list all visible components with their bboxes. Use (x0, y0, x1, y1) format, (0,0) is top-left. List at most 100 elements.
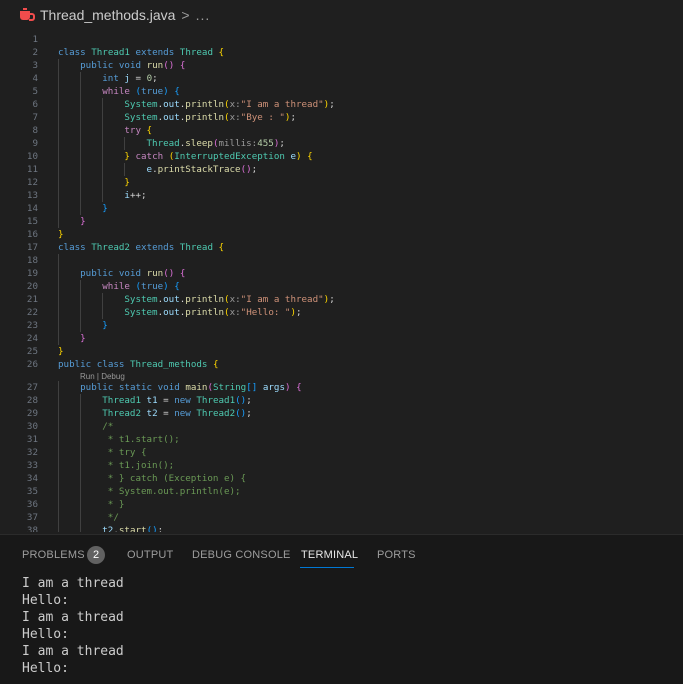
code-text[interactable]: } (58, 319, 108, 332)
tab-output[interactable]: OUTPUT (127, 549, 173, 561)
code-text[interactable]: class Thread1 extends Thread { (58, 46, 224, 59)
code-text[interactable]: Thread.sleep(millis:455); (58, 137, 285, 150)
code-line[interactable]: 29 Thread2 t2 = new Thread2(); (0, 407, 683, 420)
code-line[interactable]: 5 while (true) { (0, 85, 683, 98)
panel-tabs: PROBLEMS 2 OUTPUT DEBUG CONSOLE TERMINAL… (0, 535, 683, 575)
active-tab-indicator (300, 567, 354, 568)
code-text[interactable]: } (58, 176, 130, 189)
code-line[interactable]: 32 * try { (0, 446, 683, 459)
line-number: 18 (26, 255, 38, 266)
line-number: 8 (32, 125, 38, 136)
code-text[interactable]: Thread1 t1 = new Thread1(); (58, 394, 251, 407)
line-number: 10 (26, 151, 38, 162)
terminal-line: I am a thread (22, 644, 124, 659)
code-text[interactable]: /* (58, 420, 113, 433)
code-line[interactable]: 30 /* (0, 420, 683, 433)
code-line[interactable]: 26 public class Thread_methods { (0, 358, 683, 371)
line-number: 3 (32, 60, 38, 71)
code-line[interactable]: 27 public static void main(String[] args… (0, 381, 683, 394)
code-line[interactable]: 19 public void run() { (0, 267, 683, 280)
code-text[interactable]: Thread2 t2 = new Thread2(); (58, 407, 251, 420)
code-text[interactable]: * System.out.println(e); (58, 485, 241, 498)
code-line[interactable]: 23 } (0, 319, 683, 332)
code-text[interactable]: * } catch (Exception e) { (58, 472, 246, 485)
line-number: 38 (26, 525, 38, 532)
code-line[interactable]: 18 (0, 254, 683, 267)
code-line[interactable]: 37 */ (0, 511, 683, 524)
indent-guide (58, 381, 59, 532)
line-number: 6 (32, 99, 38, 110)
code-text[interactable]: t2.start(); (58, 524, 163, 532)
tab-debug-console[interactable]: DEBUG CONSOLE (192, 549, 291, 561)
breadcrumb-chevron-icon: > (181, 7, 190, 23)
indent-guide (124, 137, 126, 150)
code-editor[interactable]: 1 2 class Thread1 extends Thread {3 public… (0, 28, 683, 532)
terminal-output[interactable]: I am a thread Hello: I am a thread Hello: I … (22, 575, 124, 677)
line-number: 21 (26, 294, 38, 305)
indent-guide (102, 98, 104, 202)
code-text[interactable]: System.out.println(x:"I am a thread"); (58, 98, 334, 111)
breadcrumb: Thread_methods.java > ... (0, 0, 683, 30)
line-number: 37 (26, 512, 38, 523)
code-line[interactable]: 20 while (true) { (0, 280, 683, 293)
tab-problems[interactable]: PROBLEMS (22, 549, 85, 561)
code-line[interactable]: 36 * } (0, 498, 683, 511)
code-text[interactable]: } (58, 215, 86, 228)
problems-count-badge: 2 (87, 546, 105, 564)
code-text[interactable]: while (true) { (58, 280, 180, 293)
code-line[interactable]: 34 * } catch (Exception e) { (0, 472, 683, 485)
code-text[interactable]: } (58, 228, 64, 241)
code-text[interactable]: System.out.println(x:"Bye : "); (58, 111, 296, 124)
line-number: 12 (26, 177, 38, 188)
line-number: 2 (32, 47, 38, 58)
code-text[interactable]: while (true) { (58, 85, 180, 98)
tab-ports[interactable]: PORTS (377, 549, 416, 561)
code-text[interactable]: public static void main(String[] args) { (58, 381, 301, 394)
code-text[interactable]: System.out.println(x:"Hello: "); (58, 306, 301, 319)
code-text[interactable]: public class Thread_methods { (58, 358, 219, 371)
code-line[interactable]: 14 } (0, 202, 683, 215)
code-line[interactable]: 35 * System.out.println(e); (0, 485, 683, 498)
code-text[interactable]: e.printStackTrace(); (58, 163, 258, 176)
code-line[interactable]: 17 class Thread2 extends Thread { (0, 241, 683, 254)
code-text[interactable]: * } (58, 498, 125, 511)
indent-guide (80, 280, 82, 332)
code-text[interactable]: * t1.start(); (58, 433, 180, 446)
code-text[interactable]: * t1.join(); (58, 459, 174, 472)
code-text[interactable]: } catch (InterruptedException e) { (58, 150, 312, 163)
code-text[interactable]: */ (58, 511, 119, 524)
tab-terminal[interactable]: TERMINAL (301, 549, 358, 561)
code-text[interactable]: int j = 0; (58, 72, 157, 85)
line-number: 9 (32, 138, 38, 149)
code-line[interactable]: 2 class Thread1 extends Thread { (0, 46, 683, 59)
terminal-line: Hello: (22, 627, 69, 642)
line-number: 34 (26, 473, 38, 484)
code-line[interactable]: 16} (0, 228, 683, 241)
code-text[interactable]: } (58, 332, 86, 345)
code-line[interactable]: 31 * t1.start(); (0, 433, 683, 446)
line-number: 36 (26, 499, 38, 510)
breadcrumb-more-icon[interactable]: ... (196, 7, 211, 23)
line-number: 29 (26, 408, 38, 419)
breadcrumb-file-name[interactable]: Thread_methods.java (40, 7, 175, 23)
code-line[interactable]: 15 } (0, 215, 683, 228)
line-number: 7 (32, 112, 38, 123)
line-number: 30 (26, 421, 38, 432)
code-line[interactable]: 25} (0, 345, 683, 358)
code-text[interactable]: public void run() { (58, 267, 185, 280)
code-text[interactable]: public void run() { (58, 59, 185, 72)
code-text[interactable]: try { (58, 124, 152, 137)
code-line[interactable]: 1 (0, 33, 683, 46)
code-text[interactable]: System.out.println(x:"I am a thread"); (58, 293, 334, 306)
code-text[interactable]: class Thread2 extends Thread { (58, 241, 224, 254)
code-line[interactable]: 24 } (0, 332, 683, 345)
code-text[interactable]: } (58, 345, 64, 358)
code-text[interactable]: } (58, 202, 108, 215)
code-line[interactable]: 28 Thread1 t1 = new Thread1(); (0, 394, 683, 407)
code-line[interactable]: 4 int j = 0; (0, 72, 683, 85)
code-text[interactable]: * try { (58, 446, 147, 459)
terminal-line: Hello: (22, 661, 69, 676)
code-line[interactable]: 38 t2.start(); (0, 524, 683, 532)
code-line[interactable]: 33 * t1.join(); (0, 459, 683, 472)
code-line[interactable]: 3 public void run() { (0, 59, 683, 72)
